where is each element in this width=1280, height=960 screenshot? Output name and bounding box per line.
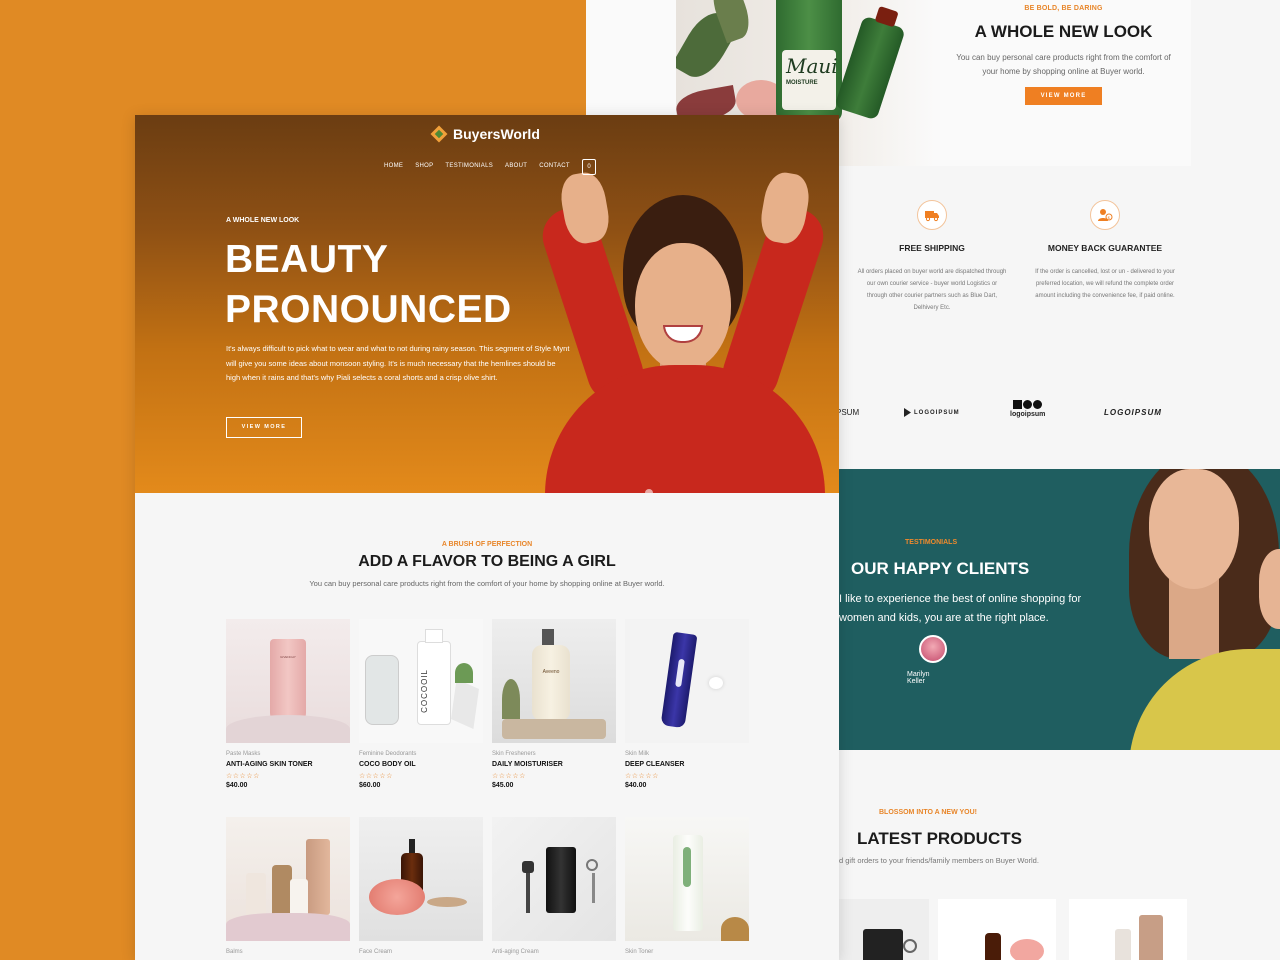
brand-icon [430, 125, 448, 143]
bottle-brand-text: Maui [786, 54, 838, 78]
product-card[interactable]: Face Cream [359, 817, 483, 955]
product-card[interactable]: GIVENCHY Paste Masks ANTI-AGING SKIN TON… [226, 619, 350, 789]
product-image[interactable]: GIVENCHY [226, 619, 350, 743]
bottle-label: Aveeno [542, 669, 560, 675]
feature-free-shipping: FREE SHIPPING All orders placed on buyer… [857, 200, 1007, 314]
truck-icon [917, 200, 947, 230]
logo-mark-icon [1010, 400, 1045, 409]
hero-kicker: A WHOLE NEW LOOK [226, 217, 300, 224]
latest-title: LATEST PRODUCTS [857, 829, 1022, 848]
hero-title-line: BEAUTY [225, 238, 389, 281]
feature-description: If the order is cancelled, lost or un - … [1035, 269, 1175, 299]
tube-label: GIVENCHY [280, 655, 296, 659]
back-hero-description: You can buy personal care products right… [956, 53, 1171, 76]
shampoo-bottle-image: Maui MOISTURE [776, 0, 842, 122]
product-image[interactable] [492, 817, 616, 941]
product-image[interactable]: COCOOIL [359, 619, 483, 743]
product-category: Skin Toner [625, 949, 654, 955]
hero-model-photo [535, 165, 839, 493]
partner-logo: LOGOIPSUM [1104, 408, 1162, 417]
feature-description: All orders placed on buyer world are dis… [857, 269, 1007, 311]
nav-home[interactable]: HOME [384, 163, 403, 169]
product-category: Feminine Deodorants [359, 751, 417, 757]
product-category: Paste Masks [226, 751, 261, 757]
testimonial-author: Marilyn Keller [907, 671, 930, 685]
latest-description: d gift orders to your friends/family mem… [839, 856, 1039, 865]
bottle-label: COCOOIL [420, 669, 429, 713]
testimonials-title: OUR HAPPY CLIENTS [851, 559, 1030, 578]
product-card[interactable]: Aveeno Skin Fresheners DAILY MOISTURISER… [492, 619, 616, 789]
product-price: $40.00 [226, 782, 248, 789]
nav-contact[interactable]: CONTACT [539, 163, 570, 169]
partner-logos: PSUM LOGOIPSUM logoipsum LOGOIPSUM [836, 398, 1280, 428]
nav-testimonials[interactable]: TESTIMONIALS [445, 163, 493, 169]
rating-stars: ☆☆☆☆☆ [625, 773, 659, 780]
hero-description: It's always difficult to pick what to we… [226, 344, 570, 382]
hero-title: BEAUTY PRONOUNCED [225, 235, 512, 335]
conditioner-bottle-image [834, 5, 906, 121]
product-category: Skin Fresheners [492, 751, 536, 757]
front-page-preview: BuyersWorld HOME SHOP TESTIMONIALS ABOUT… [135, 115, 839, 960]
section-title: ADD A FLAVOR TO BEING A GIRL [358, 553, 616, 570]
product-image[interactable] [226, 817, 350, 941]
avatar [919, 635, 947, 663]
product-name[interactable]: DEEP CLEANSER [625, 761, 749, 768]
product-category: Face Cream [359, 949, 393, 955]
partner-logo: PSUM [836, 408, 860, 417]
rating-stars: ☆☆☆☆☆ [359, 773, 393, 780]
product-card[interactable]: Skin Milk DEEP CLEANSER ☆☆☆☆☆ $40.00 [625, 619, 749, 789]
product-name[interactable]: ANTI-AGING SKIN TONER [226, 761, 350, 768]
back-view-more-button[interactable]: VIEW MORE [1024, 87, 1103, 105]
cart-icon[interactable]: 0 [582, 159, 596, 175]
latest-product-thumb[interactable] [938, 899, 1056, 960]
rating-stars: ☆☆☆☆☆ [226, 773, 260, 780]
feature-money-back: $ MONEY BACK GUARANTEE If the order is c… [1030, 200, 1180, 302]
back-hero-kicker: BE BOLD, BE DARING [1024, 5, 1103, 12]
nav-about[interactable]: ABOUT [505, 163, 527, 169]
product-price: $45.00 [492, 782, 514, 789]
main-nav: HOME SHOP TESTIMONIALS ABOUT CONTACT [384, 163, 570, 169]
product-price: $40.00 [625, 782, 647, 789]
latest-product-thumb[interactable] [1069, 899, 1187, 960]
section-description: You can buy personal care products right… [309, 579, 665, 588]
logo-mark-icon [904, 408, 911, 417]
latest-product-thumb[interactable] [839, 899, 929, 960]
product-card[interactable]: Balms [226, 817, 350, 955]
money-back-icon: $ [1090, 200, 1120, 230]
partner-logo: logoipsum [1010, 400, 1045, 418]
feature-title: MONEY BACK GUARANTEE [1047, 243, 1163, 253]
product-name[interactable]: COCO BODY OIL [359, 761, 483, 768]
product-category: Anti-aging Cream [492, 949, 539, 955]
product-image[interactable] [359, 817, 483, 941]
nav-shop[interactable]: SHOP [415, 163, 433, 169]
product-card[interactable]: Anti-aging Cream [492, 817, 616, 955]
product-price: $60.00 [359, 782, 381, 789]
latest-kicker: BLOSSOM INTO A NEW YOU! [879, 809, 978, 816]
feature-title: FREE SHIPPING [899, 243, 965, 253]
partner-logo: LOGOIPSUM [904, 408, 960, 417]
product-image[interactable] [625, 619, 749, 743]
hero-view-more-button[interactable]: VIEW MORE [226, 417, 302, 438]
product-image[interactable]: Aveeno [492, 619, 616, 743]
product-card[interactable]: COCOOIL Feminine Deodorants COCO BODY OI… [359, 619, 483, 789]
product-card[interactable]: Skin Toner [625, 817, 749, 955]
product-image[interactable] [625, 817, 749, 941]
section-kicker: A BRUSH OF PERFECTION [441, 541, 533, 548]
intro-section: A BRUSH OF PERFECTION ADD A FLAVOR TO BE… [135, 493, 839, 588]
product-category: Skin Milk [625, 751, 650, 757]
cart-count: 0 [587, 164, 591, 170]
hero-title-line: PRONOUNCED [225, 288, 512, 331]
rating-stars: ☆☆☆☆☆ [492, 773, 526, 780]
brand-logo[interactable]: BuyersWorld [430, 125, 540, 143]
product-category: Balms [226, 949, 243, 955]
testimonials-kicker: TESTIMONIALS [905, 539, 958, 546]
product-name[interactable]: DAILY MOISTURISER [492, 761, 616, 768]
hero-banner: BuyersWorld HOME SHOP TESTIMONIALS ABOUT… [135, 115, 839, 493]
latest-products-section: BLOSSOM INTO A NEW YOU! LATEST PRODUCTS … [839, 750, 1280, 960]
brand-name: BuyersWorld [453, 126, 540, 142]
bottle-sub-text: MOISTURE [786, 80, 818, 86]
back-hero-title: A WHOLE NEW LOOK [974, 22, 1153, 41]
testimonial-quote: I like to experience the best of online … [839, 593, 1082, 624]
testimonials-section: TESTIMONIALS OUR HAPPY CLIENTS I like to… [839, 469, 1280, 750]
